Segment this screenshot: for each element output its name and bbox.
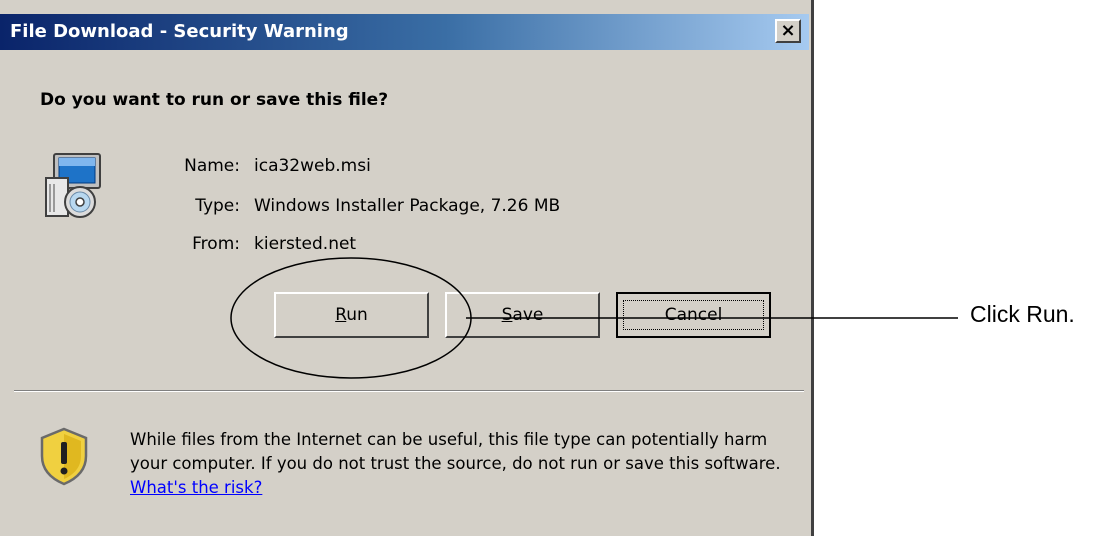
run-hotkey: R — [335, 305, 347, 325]
save-button[interactable]: Save — [445, 292, 600, 338]
warning-message: While files from the Internet can be use… — [130, 430, 781, 473]
save-label: ave — [512, 305, 544, 325]
dialog-title: File Download - Security Warning — [10, 21, 349, 42]
close-icon: × — [780, 20, 796, 41]
file-name-value: ica32web.msi — [254, 156, 371, 176]
title-bar[interactable]: File Download - Security Warning × — [0, 14, 809, 50]
security-shield-icon — [40, 427, 88, 486]
file-source-row: From: — [0, 234, 240, 258]
file-name-label: Name: — [184, 156, 240, 176]
file-source-value: kiersted.net — [254, 234, 357, 254]
focus-rectangle — [623, 300, 764, 330]
file-name-row: Name: — [0, 156, 240, 180]
security-warning-text: While files from the Internet can be use… — [130, 428, 790, 500]
close-button[interactable]: × — [775, 19, 801, 43]
file-type-value: Windows Installer Package, 7.26 MB — [254, 196, 561, 216]
run-label: un — [346, 305, 368, 325]
cancel-button[interactable]: Cancel — [616, 292, 771, 338]
file-type-label: Type: — [195, 196, 240, 216]
whats-the-risk-link[interactable]: What's the risk? — [130, 478, 262, 497]
save-hotkey: S — [501, 305, 513, 325]
file-type-row: Type: — [0, 196, 240, 220]
file-source-label: From: — [192, 234, 240, 254]
run-button[interactable]: Run — [274, 292, 429, 338]
download-question: Do you want to run or save this file? — [40, 90, 389, 110]
callout-text: Click Run. — [970, 301, 1075, 327]
separator — [14, 390, 804, 392]
file-download-dialog: File Download - Security Warning × Do yo… — [0, 0, 814, 536]
